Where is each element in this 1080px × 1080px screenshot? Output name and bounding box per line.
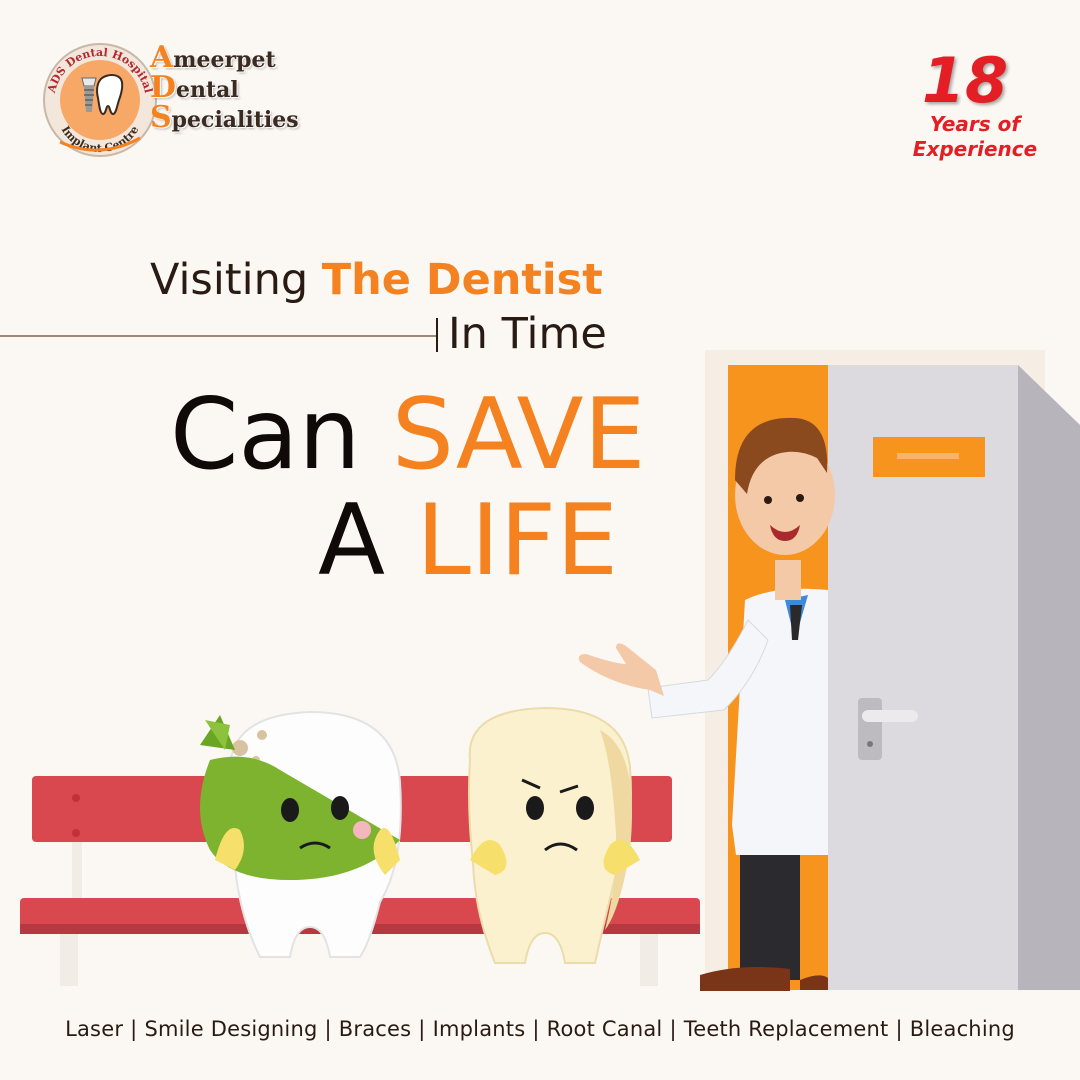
service-item: Braces — [338, 1017, 412, 1041]
service-item: Smile Designing — [144, 1017, 318, 1041]
logo-word-2: Dental — [150, 70, 239, 105]
service-item: Implants — [432, 1017, 526, 1041]
experience-label: Years of Experience — [912, 112, 1038, 161]
logo-emblem: ADS Dental Hospital Implant Centre — [43, 43, 157, 157]
service-item: Root Canal — [546, 1017, 663, 1041]
door — [828, 365, 1080, 990]
logo-word-3: Specialities — [150, 100, 299, 135]
services-list: Laser | Smile Designing | Braces | Implants | Ro… — [65, 1017, 1015, 1041]
headline-line-1: Visiting The Dentist — [150, 255, 603, 305]
door-handle — [858, 698, 882, 760]
divider-line — [0, 335, 438, 337]
experience-years: 18 — [921, 44, 1009, 117]
service-item: Teeth Replacement — [683, 1017, 889, 1041]
waiting-room-illustration — [20, 350, 1080, 991]
logo-wordmark: Ameerpet Dental Specialities — [150, 43, 299, 135]
headline-highlight: The Dentist — [321, 255, 603, 305]
service-item: Bleaching — [909, 1017, 1015, 1041]
service-item: Laser — [65, 1017, 124, 1041]
logo: ADS Dental Hospital Implant Centre Ameer… — [30, 30, 330, 170]
